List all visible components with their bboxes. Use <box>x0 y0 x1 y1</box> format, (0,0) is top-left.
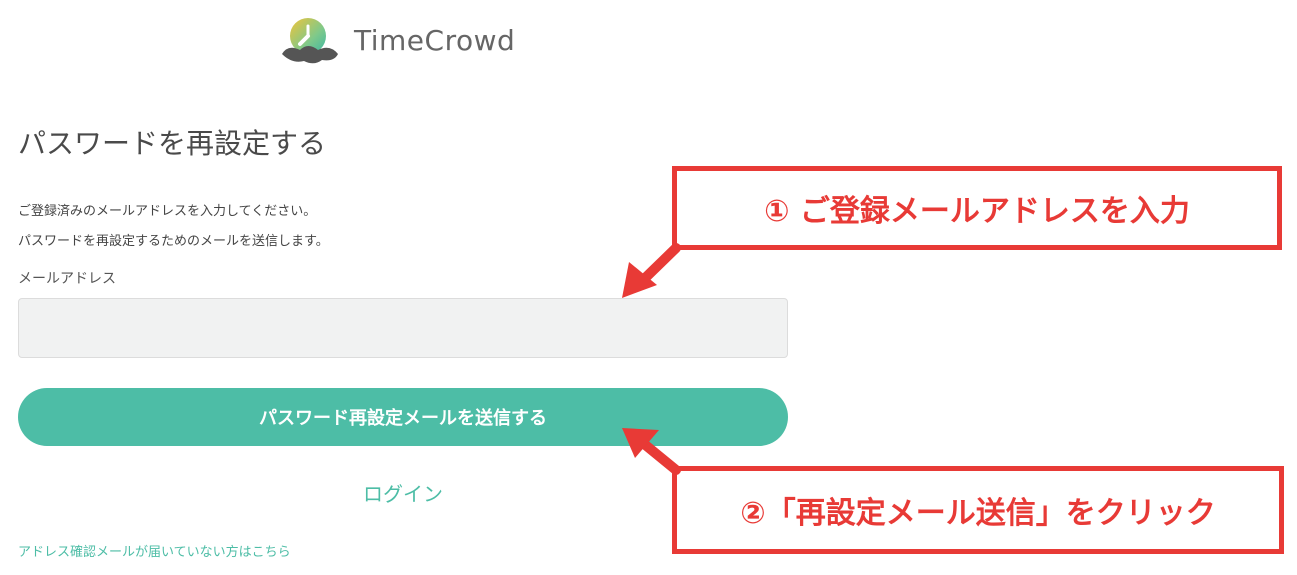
email-input[interactable] <box>18 298 788 358</box>
send-reset-email-button[interactable]: パスワード再設定メールを送信する <box>18 388 788 446</box>
arrow-to-email-input <box>622 243 681 298</box>
clock-cloud-icon <box>282 18 338 64</box>
page-title: パスワードを再設定する <box>18 127 327 160</box>
description-line-1: ご登録済みのメールアドレスを入力してください。 <box>18 204 317 219</box>
resend-confirmation-link[interactable]: アドレス確認メールが届いていない方はこちら <box>18 541 291 560</box>
brand-logo: TimeCrowd <box>278 12 515 68</box>
annotation-step-2: ②「再設定メール送信」をクリック <box>672 466 1284 554</box>
description-line-2: パスワードを再設定するためのメールを送信します。 <box>18 234 329 249</box>
annotation-step-1: ① ご登録メールアドレスを入力 <box>672 166 1282 250</box>
email-label: メールアドレス <box>18 271 116 287</box>
brand-name: TimeCrowd <box>354 23 516 57</box>
